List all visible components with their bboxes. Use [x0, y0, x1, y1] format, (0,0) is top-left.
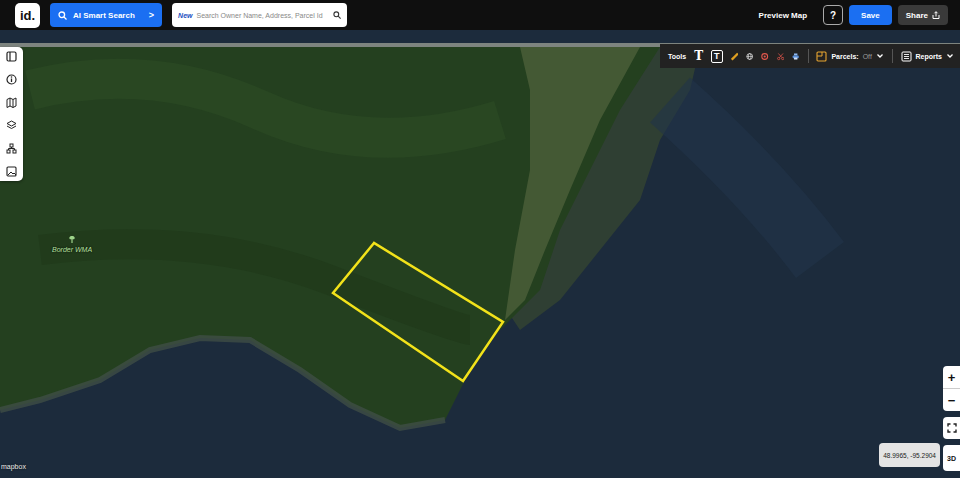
poi-marker[interactable]: Border WMA	[52, 235, 92, 253]
reports-icon	[901, 51, 912, 62]
reports-menu[interactable]: Reports	[901, 51, 954, 62]
header-actions: Preview Map? Save Share	[759, 5, 948, 25]
fullscreen-icon	[947, 423, 957, 433]
ruler-icon[interactable]	[731, 51, 738, 62]
top-bar: id. AI Smart Search > New Preview Map? Save Sh…	[0, 0, 960, 30]
parcels-icon	[816, 51, 827, 62]
tools-label: Tools	[668, 53, 686, 60]
attribution[interactable]: mapbox	[1, 463, 26, 470]
ai-smart-search-button[interactable]: AI Smart Search >	[50, 3, 162, 27]
hierarchy-icon[interactable]	[6, 143, 17, 154]
save-button[interactable]: Save	[849, 5, 892, 25]
3d-button[interactable]: 3D	[943, 445, 960, 471]
satellite-map[interactable]	[0, 30, 960, 478]
logo[interactable]: id.	[15, 3, 40, 28]
image-icon[interactable]	[6, 166, 17, 177]
tools-bar: Tools TT Parcels: Off Reports	[660, 44, 960, 68]
share-icon	[932, 11, 940, 19]
divider	[808, 49, 809, 63]
parcels-state: Off	[863, 53, 872, 60]
text-tool[interactable]: T	[694, 49, 703, 63]
chevron-down-icon	[876, 52, 884, 60]
left-toolbar	[0, 47, 23, 181]
map-icon[interactable]	[6, 97, 17, 108]
map[interactable]: Tools TT Parcels: Off Reports Border WMA mapbo…	[0, 30, 960, 478]
coordinates: 48.9965, -95.2904	[879, 443, 940, 467]
zoom-group: +−	[943, 366, 960, 411]
parcels-label: Parcels:	[831, 53, 858, 60]
text-box-tool[interactable]: T	[711, 50, 723, 63]
fullscreen-button[interactable]	[943, 417, 960, 439]
park-icon	[67, 235, 77, 244]
new-badge: New	[178, 12, 192, 19]
search-icon[interactable]	[333, 11, 341, 19]
zoom-out-button[interactable]: −	[943, 389, 960, 411]
parcels-toggle[interactable]: Parcels: Off	[816, 51, 883, 62]
globe-icon[interactable]	[746, 51, 753, 62]
reports-label: Reports	[916, 53, 942, 60]
search-field[interactable]: New	[172, 3, 347, 27]
info-icon[interactable]	[6, 74, 17, 85]
circle-icon[interactable]	[761, 51, 768, 62]
layers-icon[interactable]	[6, 120, 17, 131]
share-label: Share	[906, 11, 928, 20]
divider	[892, 49, 893, 63]
help-button[interactable]: ?	[823, 5, 843, 25]
ai-search-label: AI Smart Search	[73, 11, 135, 20]
panel-icon[interactable]	[6, 51, 17, 62]
search-input[interactable]	[196, 12, 329, 19]
search-icon	[58, 11, 67, 20]
poi-label: Border WMA	[52, 246, 92, 253]
chevron: >	[149, 10, 154, 20]
zoom-in-button[interactable]: +	[943, 366, 960, 389]
chevron-down-icon	[946, 52, 954, 60]
scissors-icon[interactable]	[777, 51, 784, 62]
share-button[interactable]: Share	[898, 5, 948, 25]
zoom-controls: +− 3D	[943, 366, 960, 477]
preview-map-button[interactable]: Preview Map	[759, 11, 807, 20]
printer-icon[interactable]	[792, 51, 799, 62]
